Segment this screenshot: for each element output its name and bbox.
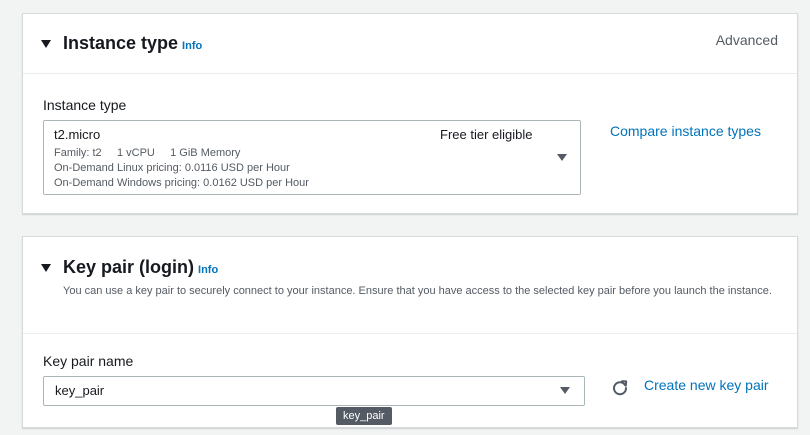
tooltip: key_pair	[336, 407, 392, 425]
instance-type-label: Instance type	[43, 97, 127, 113]
instance-type-name: t2.micro	[54, 127, 101, 142]
collapse-caret-icon[interactable]	[41, 40, 51, 48]
instance-type-header[interactable]: Instance type Info Advanced	[23, 14, 797, 74]
key-pair-name-label: Key pair name	[43, 353, 134, 369]
compare-instance-types-link[interactable]: Compare instance types	[610, 123, 761, 139]
key-pair-selected-value: key_pair	[55, 383, 105, 398]
section-title: Instance type Info	[63, 33, 202, 54]
instance-type-select[interactable]: t2.micro Free tier eligible Family: t2 1…	[43, 120, 581, 195]
key-pair-select[interactable]: key_pair	[43, 376, 585, 406]
instance-type-panel: Instance type Info Advanced Instance type…	[22, 13, 798, 214]
windows-pricing: On-Demand Windows pricing: 0.0162 USD pe…	[54, 177, 309, 189]
key-pair-header[interactable]: Key pair (login) Info You can use a key p…	[23, 237, 797, 334]
collapse-caret-icon[interactable]	[41, 264, 51, 272]
refresh-icon[interactable]	[611, 379, 629, 397]
instance-type-title: Instance type	[63, 33, 179, 53]
info-link[interactable]: Info	[198, 264, 218, 276]
free-tier-badge: Free tier eligible	[440, 127, 533, 142]
dropdown-arrow-icon[interactable]	[560, 387, 570, 394]
advanced-toggle[interactable]: Advanced	[716, 32, 778, 48]
key-pair-title: Key pair (login)	[63, 257, 195, 277]
info-link[interactable]: Info	[182, 40, 202, 52]
key-pair-panel: Key pair (login) Info You can use a key p…	[22, 236, 798, 428]
instance-family-line: Family: t2 1 vCPU 1 GiB Memory	[54, 147, 241, 159]
dropdown-arrow-icon[interactable]	[557, 154, 567, 161]
create-new-key-pair-link[interactable]: Create new key pair	[644, 377, 769, 393]
section-title: Key pair (login) Info	[63, 257, 218, 278]
key-pair-description: You can use a key pair to securely conne…	[63, 285, 772, 297]
linux-pricing: On-Demand Linux pricing: 0.0116 USD per …	[54, 162, 290, 174]
